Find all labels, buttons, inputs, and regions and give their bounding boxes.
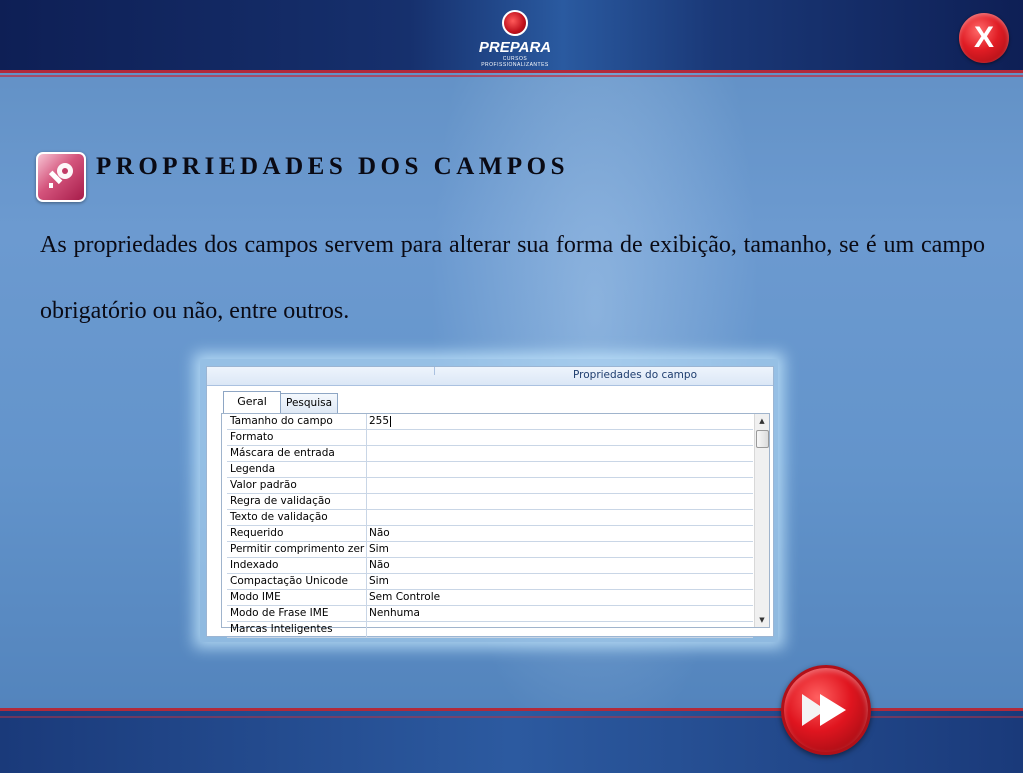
access-key-icon bbox=[36, 152, 86, 202]
property-name: Legenda bbox=[227, 462, 367, 477]
panel-header: Propriedades do campo bbox=[207, 367, 773, 386]
logo-text: PREPARA bbox=[478, 39, 552, 56]
property-row-mascara-de-entrada[interactable]: Máscara de entrada bbox=[227, 446, 753, 462]
property-value[interactable]: Não bbox=[369, 526, 390, 541]
next-button[interactable] bbox=[781, 665, 871, 755]
property-value-input[interactable]: 255 bbox=[369, 414, 392, 429]
tab-geral[interactable]: Geral bbox=[223, 391, 281, 413]
property-row-marcas-inteligentes[interactable]: Marcas Inteligentes bbox=[227, 622, 753, 638]
properties-grid: Tamanho do campo 255 Formato Máscara de … bbox=[221, 413, 770, 638]
prepara-logo: PREPARA CURSOS PROFISSIONALIZANTES bbox=[475, 10, 555, 68]
property-row-modo-de-frase-ime[interactable]: Modo de Frase IME Nenhuma bbox=[227, 606, 753, 622]
property-row-permitir-comprimento-zero[interactable]: Permitir comprimento zer Sim bbox=[227, 542, 753, 558]
close-button[interactable]: X bbox=[959, 13, 1009, 63]
scroll-thumb[interactable] bbox=[756, 430, 769, 448]
property-name: Formato bbox=[227, 430, 367, 445]
field-properties-pane: Propriedades do campo Geral Pesquisa Tam… bbox=[206, 366, 774, 638]
property-name: Marcas Inteligentes bbox=[227, 622, 367, 637]
property-value[interactable]: Não bbox=[369, 558, 390, 573]
property-row-formato[interactable]: Formato bbox=[227, 430, 753, 446]
property-name: Permitir comprimento zer bbox=[227, 542, 367, 557]
property-row-legenda[interactable]: Legenda bbox=[227, 462, 753, 478]
property-value[interactable]: Sim bbox=[369, 574, 389, 589]
logo-mark-icon bbox=[502, 10, 528, 36]
property-name: Indexado bbox=[227, 558, 367, 573]
tab-pesquisa[interactable]: Pesquisa bbox=[280, 393, 339, 413]
property-row-requerido[interactable]: Requerido Não bbox=[227, 526, 753, 542]
header-separator bbox=[434, 367, 435, 375]
property-value[interactable]: Sem Controle bbox=[369, 590, 440, 605]
property-name: Texto de validação bbox=[227, 510, 367, 525]
property-row-compactacao-unicode[interactable]: Compactação Unicode Sim bbox=[227, 574, 753, 590]
top-divider bbox=[0, 75, 1023, 77]
property-value[interactable]: Nenhuma bbox=[369, 606, 420, 621]
property-name: Máscara de entrada bbox=[227, 446, 367, 461]
property-name: Requerido bbox=[227, 526, 367, 541]
page-title: PROPRIEDADES DOS CAMPOS bbox=[96, 153, 569, 180]
property-name: Modo de Frase IME bbox=[227, 606, 367, 621]
property-value: 255 bbox=[369, 415, 390, 427]
description-paragraph: As propriedades dos campos servem para a… bbox=[40, 232, 985, 324]
property-row-indexado[interactable]: Indexado Não bbox=[227, 558, 753, 574]
scroll-up-icon[interactable]: ▲ bbox=[755, 414, 769, 428]
property-row-modo-ime[interactable]: Modo IME Sem Controle bbox=[227, 590, 753, 606]
scroll-down-icon[interactable]: ▼ bbox=[755, 613, 769, 627]
property-row-valor-padrao[interactable]: Valor padrão bbox=[227, 478, 753, 494]
text-cursor bbox=[390, 415, 392, 427]
property-value[interactable]: Sim bbox=[369, 542, 389, 557]
properties-rows: Tamanho do campo 255 Formato Máscara de … bbox=[227, 414, 753, 638]
vertical-scrollbar[interactable]: ▲ ▼ bbox=[754, 414, 769, 627]
top-bar: PREPARA CURSOS PROFISSIONALIZANTES X bbox=[0, 0, 1023, 73]
property-name: Modo IME bbox=[227, 590, 367, 605]
property-name: Tamanho do campo bbox=[227, 414, 367, 429]
logo-subtitle: CURSOS PROFISSIONALIZANTES bbox=[481, 56, 549, 68]
panel-title: Propriedades do campo bbox=[573, 369, 698, 381]
property-row-regra-de-validacao[interactable]: Regra de validação bbox=[227, 494, 753, 510]
property-row-tamanho-do-campo[interactable]: Tamanho do campo 255 bbox=[227, 414, 753, 430]
property-name: Compactação Unicode bbox=[227, 574, 367, 589]
property-name: Valor padrão bbox=[227, 478, 367, 493]
next-arrow-icon bbox=[802, 694, 846, 726]
property-row-texto-de-validacao[interactable]: Texto de validação bbox=[227, 510, 753, 526]
property-name: Regra de validação bbox=[227, 494, 367, 509]
field-properties-screenshot: Propriedades do campo Geral Pesquisa Tam… bbox=[200, 359, 778, 642]
